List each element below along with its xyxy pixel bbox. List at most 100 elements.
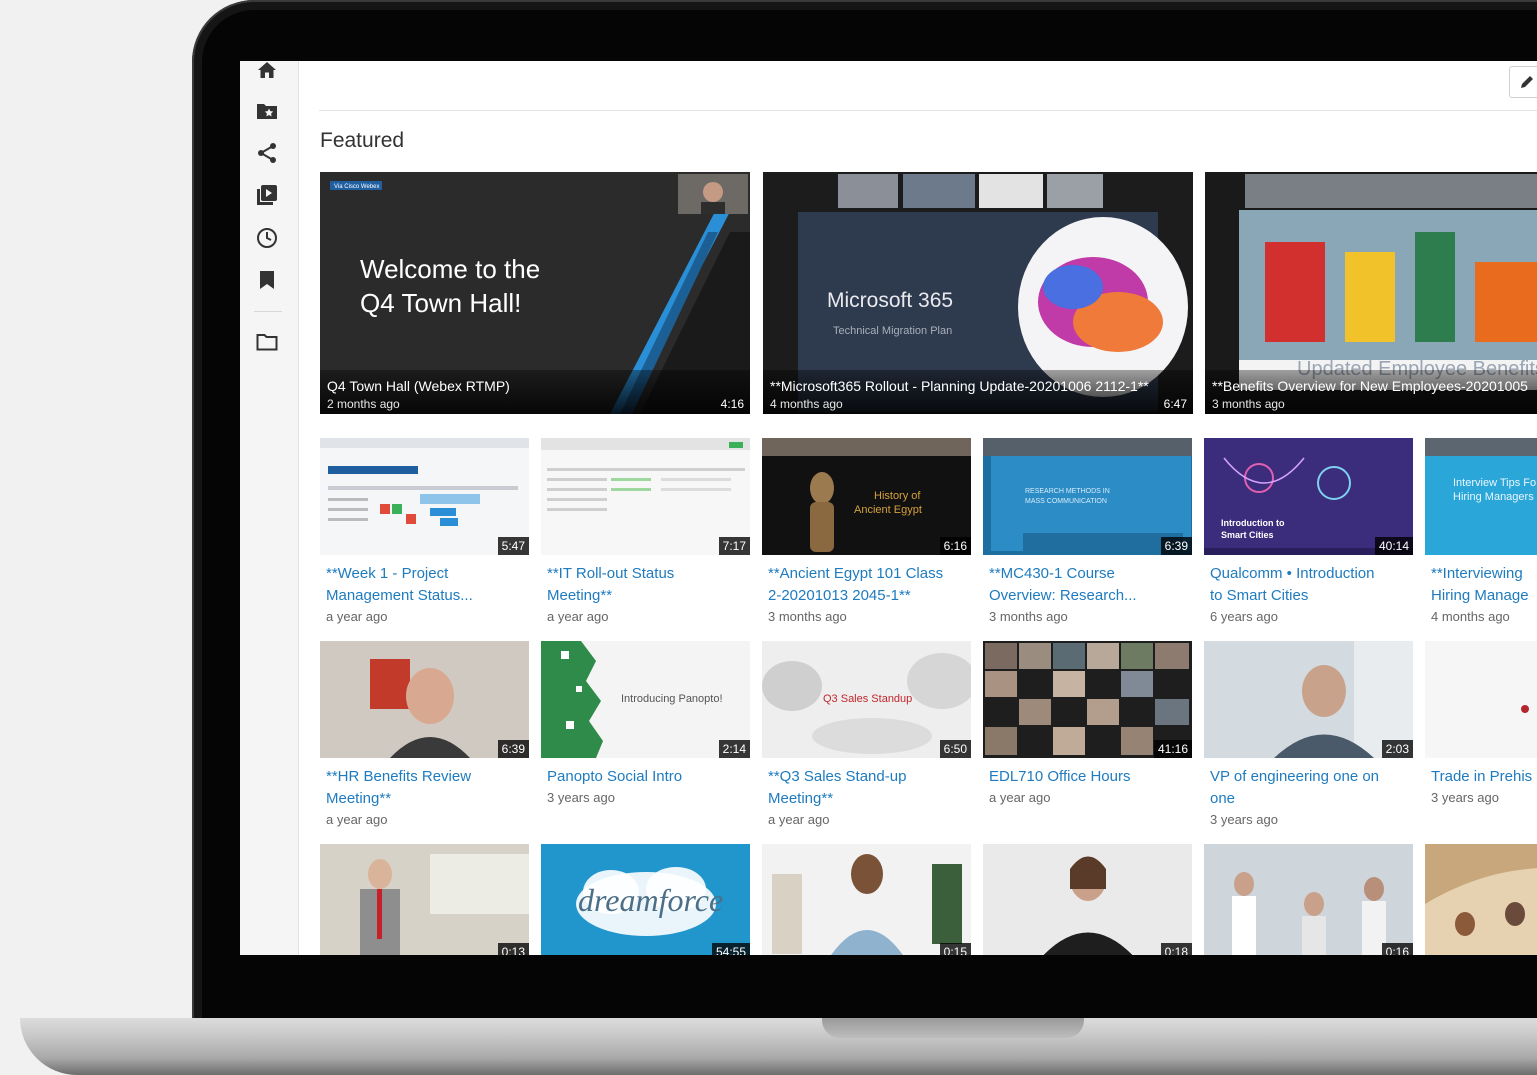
featured-duration: 4:16 bbox=[720, 397, 744, 411]
video-thumbnail[interactable]: 2:03 bbox=[1204, 641, 1413, 758]
video-thumbnail[interactable] bbox=[1425, 641, 1537, 758]
video-title[interactable]: **Q3 Sales Stand-up Meeting** bbox=[768, 766, 968, 810]
featured-title[interactable]: **Benefits Overview for New Employees-20… bbox=[1212, 378, 1528, 394]
video-date: 6 years ago bbox=[1210, 609, 1278, 624]
slide-subtitle: Technical Migration Plan bbox=[833, 325, 953, 337]
video-card[interactable]: 0:16 bbox=[1204, 844, 1413, 955]
home-icon[interactable] bbox=[256, 61, 278, 81]
video-thumbnail[interactable]: 0:13 bbox=[320, 844, 529, 955]
video-date: 3 years ago bbox=[1431, 790, 1499, 805]
video-title[interactable]: EDL710 Office Hours bbox=[989, 766, 1189, 788]
video-card[interactable]: History of Ancient Egypt 6:16 **Ancient … bbox=[762, 438, 971, 624]
video-card[interactable]: 2:03 VP of engineering one on one 3 years… bbox=[1204, 641, 1413, 827]
video-title[interactable]: **Week 1 - Project Management Status... bbox=[326, 563, 526, 607]
video-card[interactable]: 41:16 EDL710 Office Hours a year ago bbox=[983, 641, 1192, 805]
video-title[interactable]: **HR Benefits Review Meeting** bbox=[326, 766, 526, 810]
thumb-text: Q3 Sales Standup bbox=[823, 693, 913, 705]
video-duration: 6:39 bbox=[1160, 537, 1192, 555]
video-thumbnail[interactable]: Introduction to Smart Cities 40:14 bbox=[1204, 438, 1413, 555]
video-thumbnail[interactable] bbox=[1425, 844, 1537, 955]
laptop-notch bbox=[822, 1018, 1084, 1038]
thumb-text: dreamforce bbox=[578, 882, 724, 918]
video-title[interactable]: **MC430-1 Course Overview: Research... bbox=[989, 563, 1189, 607]
video-duration: 41:16 bbox=[1153, 740, 1192, 758]
video-title[interactable]: Panopto Social Intro bbox=[547, 766, 747, 788]
video-title[interactable]: Trade in Prehis bbox=[1431, 766, 1537, 788]
video-duration: 0:16 bbox=[1381, 943, 1413, 955]
thumb-text: Hiring Managers bbox=[1453, 491, 1534, 503]
video-thumbnail[interactable]: 0:16 bbox=[1204, 844, 1413, 955]
video-thumbnail[interactable]: Q3 Sales Standup 6:50 bbox=[762, 641, 971, 758]
thumb-text: RESEARCH METHODS IN bbox=[1025, 488, 1110, 495]
video-card[interactable]: 0:13 bbox=[320, 844, 529, 955]
thumb-text: Introducing Panopto! bbox=[621, 693, 723, 705]
video-thumbnail[interactable]: 5:47 bbox=[320, 438, 529, 555]
video-date: a year ago bbox=[989, 790, 1051, 805]
video-duration: 7:17 bbox=[718, 537, 750, 555]
clock-icon[interactable] bbox=[256, 227, 278, 249]
featured-title[interactable]: Q4 Town Hall (Webex RTMP) bbox=[327, 378, 510, 394]
video-card[interactable]: Interview Tips Fo Hiring Managers **Inte… bbox=[1425, 438, 1537, 624]
video-thumbnail[interactable]: 41:16 bbox=[983, 641, 1192, 758]
video-card[interactable] bbox=[1425, 844, 1537, 955]
featured-title[interactable]: **Microsoft365 Rollout - Planning Update… bbox=[770, 378, 1149, 394]
featured-card[interactable]: Updated Employee Benefits **Benefits Ove… bbox=[1205, 172, 1537, 414]
video-date: a year ago bbox=[326, 812, 388, 827]
video-thumbnail[interactable]: Interview Tips Fo Hiring Managers bbox=[1425, 438, 1537, 555]
thumb-text: History of bbox=[874, 490, 921, 502]
video-card[interactable]: Introducing Panopto! 2:14 Panopto Social… bbox=[541, 641, 750, 805]
video-duration: 54:55 bbox=[711, 943, 750, 955]
edit-button[interactable] bbox=[1509, 66, 1537, 98]
video-date: 3 months ago bbox=[989, 609, 1068, 624]
video-card[interactable]: Introduction to Smart Cities 40:14 Qualc… bbox=[1204, 438, 1413, 624]
starred-folder-icon[interactable] bbox=[256, 100, 278, 122]
thumb-text: MASS COMMUNICATION bbox=[1025, 498, 1107, 505]
video-duration: 6:50 bbox=[939, 740, 971, 758]
video-duration: 6:16 bbox=[939, 537, 971, 555]
webex-brand: Via Cisco Webex bbox=[334, 184, 380, 190]
video-card[interactable]: 5:47 **Week 1 - Project Management Status… bbox=[320, 438, 529, 624]
video-thumbnail[interactable]: RESEARCH METHODS IN MASS COMMUNICATION 6… bbox=[983, 438, 1192, 555]
bookmark-icon[interactable] bbox=[256, 269, 278, 291]
video-date: a year ago bbox=[768, 812, 830, 827]
video-card[interactable]: 7:17 **IT Roll-out Status Meeting** a yea… bbox=[541, 438, 750, 624]
header-divider bbox=[319, 110, 1537, 111]
video-card[interactable]: Trade in Prehis 3 years ago bbox=[1425, 641, 1537, 805]
featured-card[interactable]: Via Cisco Webex Welcome to the Q4 Town H… bbox=[320, 172, 750, 414]
video-title[interactable]: **IT Roll-out Status Meeting** bbox=[547, 563, 747, 607]
folder-icon[interactable] bbox=[256, 331, 278, 353]
video-thumbnail[interactable]: 7:17 bbox=[541, 438, 750, 555]
video-title[interactable]: Qualcomm • Introduction to Smart Cities bbox=[1210, 563, 1410, 607]
video-card[interactable]: 0:15 bbox=[762, 844, 971, 955]
featured-date: 4 months ago bbox=[770, 397, 843, 411]
video-card[interactable]: dreamforce 54:55 bbox=[541, 844, 750, 955]
sidebar-divider bbox=[254, 311, 282, 312]
slide-title-line2: Q4 Town Hall! bbox=[360, 288, 522, 318]
laptop-base bbox=[20, 1018, 1537, 1075]
video-thumbnail[interactable]: 0:18 bbox=[983, 844, 1192, 955]
video-card[interactable]: RESEARCH METHODS IN MASS COMMUNICATION 6… bbox=[983, 438, 1192, 624]
video-thumbnail[interactable]: 6:39 bbox=[320, 641, 529, 758]
share-icon[interactable] bbox=[256, 142, 278, 164]
video-card[interactable]: 0:18 bbox=[983, 844, 1192, 955]
video-card[interactable]: Q3 Sales Standup 6:50 **Q3 Sales Stand-u… bbox=[762, 641, 971, 827]
video-card[interactable]: 6:39 **HR Benefits Review Meeting** a yea… bbox=[320, 641, 529, 827]
section-title-featured: Featured bbox=[320, 129, 405, 152]
thumb-text: Smart Cities bbox=[1221, 530, 1274, 540]
video-date: 3 years ago bbox=[547, 790, 615, 805]
video-thumbnail[interactable]: dreamforce 54:55 bbox=[541, 844, 750, 955]
featured-duration: 6:47 bbox=[1163, 397, 1187, 411]
video-thumbnail[interactable]: History of Ancient Egypt 6:16 bbox=[762, 438, 971, 555]
video-thumbnail[interactable]: 0:15 bbox=[762, 844, 971, 955]
playlist-icon[interactable] bbox=[256, 184, 278, 206]
slide-title: Microsoft 365 bbox=[827, 289, 954, 312]
video-title[interactable]: VP of engineering one on one bbox=[1210, 766, 1410, 810]
video-title[interactable]: **Ancient Egypt 101 Class 2-20201013 2045… bbox=[768, 563, 968, 607]
video-duration: 0:13 bbox=[497, 943, 529, 955]
video-duration: 6:39 bbox=[497, 740, 529, 758]
video-title[interactable]: **Interviewing Hiring Manage bbox=[1431, 563, 1537, 607]
video-thumbnail[interactable]: Introducing Panopto! 2:14 bbox=[541, 641, 750, 758]
featured-card[interactable]: Microsoft 365 Technical Migration Plan *… bbox=[763, 172, 1193, 414]
thumb-text: Ancient Egypt bbox=[854, 504, 922, 516]
video-date: 4 months ago bbox=[1431, 609, 1510, 624]
